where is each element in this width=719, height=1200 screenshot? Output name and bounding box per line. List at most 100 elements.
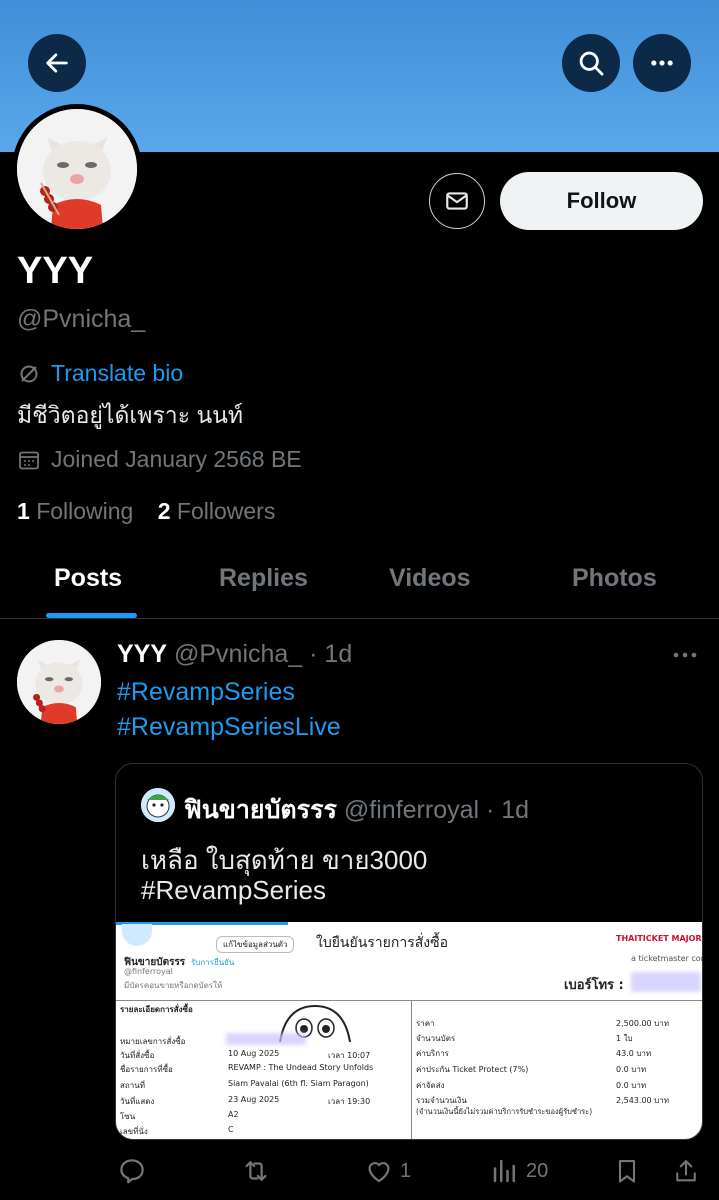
post-author-name[interactable]: YYY bbox=[117, 640, 167, 668]
receipt-row-value: 10 Aug 2025 bbox=[228, 1049, 280, 1058]
receipt-row-value: 2,500.00 บาท bbox=[616, 1019, 670, 1028]
hashtag-link[interactable]: #RevampSeries bbox=[117, 678, 295, 707]
receipt-brand: THAITICKET MAJOR bbox=[616, 934, 702, 943]
receipt-row-value: C bbox=[228, 1125, 234, 1134]
followers-link[interactable]: 2 Followers bbox=[158, 498, 276, 524]
more-options-button[interactable] bbox=[633, 34, 691, 92]
receipt-brand-sub: a ticketmaster company bbox=[631, 954, 702, 963]
profile-bio: มีชีวิตอยู่ได้เพราะ นนท์ bbox=[17, 402, 244, 428]
profile-avatar[interactable] bbox=[12, 104, 142, 234]
profile-handle: @Pvnicha_ bbox=[17, 305, 146, 333]
receipt-row-label: ค่าจัดส่ง bbox=[416, 1081, 445, 1090]
translate-icon bbox=[20, 365, 38, 382]
bookmark-icon bbox=[618, 1160, 636, 1183]
following-count: 1 bbox=[17, 498, 30, 524]
followers-count: 2 bbox=[157, 498, 171, 524]
receipt-row-value: 43.0 บาท bbox=[616, 1049, 652, 1058]
share-button[interactable] bbox=[672, 1156, 700, 1186]
translate-bio-label: Translate bio bbox=[51, 360, 184, 386]
tab-replies[interactable]: Replies bbox=[219, 564, 308, 593]
quote-author-avatar bbox=[141, 788, 175, 822]
joined-date: Joined January 2568 BE bbox=[17, 446, 302, 473]
quoted-post[interactable]: ฟินขายบัตรรร @finferroyal · 1d เหลือ ใบส… bbox=[115, 763, 703, 1140]
receipt-row-label: วันที่สั่งซื้อ bbox=[120, 1051, 155, 1060]
active-tab-indicator bbox=[46, 613, 137, 618]
receipt-shop-handle: @finferroyal bbox=[124, 967, 173, 976]
views-chart-icon bbox=[493, 1159, 515, 1183]
arrow-left-icon bbox=[46, 53, 68, 73]
receipt-row-value: 23 Aug 2025 bbox=[228, 1095, 280, 1104]
follow-stats: 1 Following 2 Followers bbox=[17, 498, 275, 525]
receipt-section-title: รายละเอียดการสั่งซื้อ bbox=[120, 1005, 193, 1014]
receipt-row-label: เลขที่นั่ง bbox=[120, 1127, 148, 1136]
tab-videos[interactable]: Videos bbox=[389, 564, 471, 593]
receipt-phone-label: เบอร์โทร : bbox=[564, 978, 624, 993]
profile-tabs: Posts Replies Videos Photos bbox=[0, 552, 719, 619]
tab-photos[interactable]: Photos bbox=[572, 564, 657, 593]
receipt-phone-redaction bbox=[631, 972, 701, 992]
share-icon bbox=[676, 1160, 696, 1182]
reply-button[interactable] bbox=[117, 1156, 147, 1186]
receipt-row-value: REVAMP : The Undead Story Unfolds bbox=[228, 1063, 374, 1072]
following-link[interactable]: 1 Following bbox=[17, 498, 133, 524]
reply-icon bbox=[120, 1159, 144, 1184]
receipt-row-value: Siam Pavalai (6th fl. Siam Paragon) bbox=[228, 1079, 369, 1088]
message-button[interactable] bbox=[429, 173, 485, 229]
receipt-edit-profile: แก้ไขข้อมูลส่วนตัว bbox=[216, 936, 295, 953]
more-horizontal-icon bbox=[673, 652, 697, 658]
receipt-row-value: A2 bbox=[228, 1110, 239, 1119]
bookmark-button[interactable] bbox=[613, 1156, 641, 1186]
receipt-shop-avatar bbox=[122, 924, 152, 946]
receipt-divider bbox=[116, 1000, 702, 1001]
receipt-footnote: (จำนวนเงินนี้ยังไม่รวมค่าบริการรับชำระขอ… bbox=[416, 1107, 593, 1116]
receipt-row-label: โซน bbox=[120, 1112, 136, 1121]
receipt-title: ใบยืนยันรายการสั่งซื้อ bbox=[316, 935, 449, 951]
tab-posts[interactable]: Posts bbox=[54, 564, 122, 593]
like-button[interactable]: 1 bbox=[364, 1156, 411, 1186]
more-horizontal-icon bbox=[651, 60, 673, 66]
cat-avatar-image bbox=[17, 109, 137, 229]
profile-name: YYY bbox=[17, 250, 94, 292]
post-more-button[interactable] bbox=[672, 643, 698, 666]
heart-icon bbox=[368, 1162, 390, 1183]
receipt-row-time: เวลา 19:30 bbox=[328, 1097, 371, 1106]
receipt-row-label: ค่าประกัน Ticket Protect (7%) bbox=[416, 1065, 529, 1074]
cartoon-avatar-image bbox=[141, 788, 175, 822]
receipt-row-value: 1 ใบ bbox=[616, 1034, 633, 1043]
views-button[interactable]: 20 bbox=[490, 1156, 548, 1186]
search-button[interactable] bbox=[562, 34, 620, 92]
post-header: YYY @Pvnicha_ · 1d bbox=[117, 640, 352, 669]
hashtag-link[interactable]: #RevampSeriesLive bbox=[117, 713, 341, 742]
search-icon bbox=[579, 51, 604, 76]
quote-header: ฟินขายบัตรรร @finferroyal · 1d bbox=[184, 790, 529, 830]
repost-icon bbox=[245, 1161, 267, 1181]
receipt-row-label: ค่าบริการ bbox=[416, 1049, 449, 1058]
receipt-row-label: สถานที่ bbox=[120, 1081, 145, 1090]
receipt-row-value: 2,543.00 บาท bbox=[616, 1096, 670, 1105]
receipt-column-divider bbox=[411, 1001, 412, 1139]
receipt-row-value: 0.0 บาท bbox=[616, 1081, 647, 1090]
receipt-row-label: หมายเลขการสั่งซื้อ bbox=[120, 1037, 186, 1046]
envelope-icon bbox=[446, 192, 468, 210]
receipt-image[interactable]: แก้ไขข้อมูลส่วนตัว ใบยืนยันรายการสั่งซื้… bbox=[116, 922, 702, 1139]
receipt-shop-desc: มีบัตรคอนขายหรือกดบัตรให้ bbox=[124, 981, 223, 990]
follow-button[interactable]: Follow bbox=[500, 172, 703, 230]
following-label: Following bbox=[36, 498, 134, 524]
back-button[interactable] bbox=[28, 34, 86, 92]
quote-text-line: #RevampSeries bbox=[141, 875, 326, 905]
receipt-row-label: วันที่แสดง bbox=[120, 1097, 155, 1106]
like-count: 1 bbox=[400, 1159, 412, 1182]
receipt-verified: รับการยืนยัน bbox=[191, 958, 235, 967]
view-count: 20 bbox=[526, 1159, 549, 1182]
post-action-bar: 1 20 bbox=[0, 1148, 719, 1194]
joined-label: Joined January 2568 BE bbox=[51, 446, 302, 472]
post-author-avatar[interactable] bbox=[17, 640, 101, 724]
followers-label: Followers bbox=[176, 498, 276, 524]
calendar-icon bbox=[19, 451, 39, 469]
quote-handle-time: @finferroyal · 1d bbox=[343, 796, 530, 824]
receipt-row-label: จำนวนบัตร bbox=[416, 1034, 456, 1043]
translate-bio-link[interactable]: Translate bio bbox=[17, 360, 183, 387]
receipt-row-label: ราคา bbox=[416, 1019, 435, 1028]
receipt-row-value: 0.0 บาท bbox=[616, 1065, 647, 1074]
repost-button[interactable] bbox=[240, 1156, 272, 1186]
